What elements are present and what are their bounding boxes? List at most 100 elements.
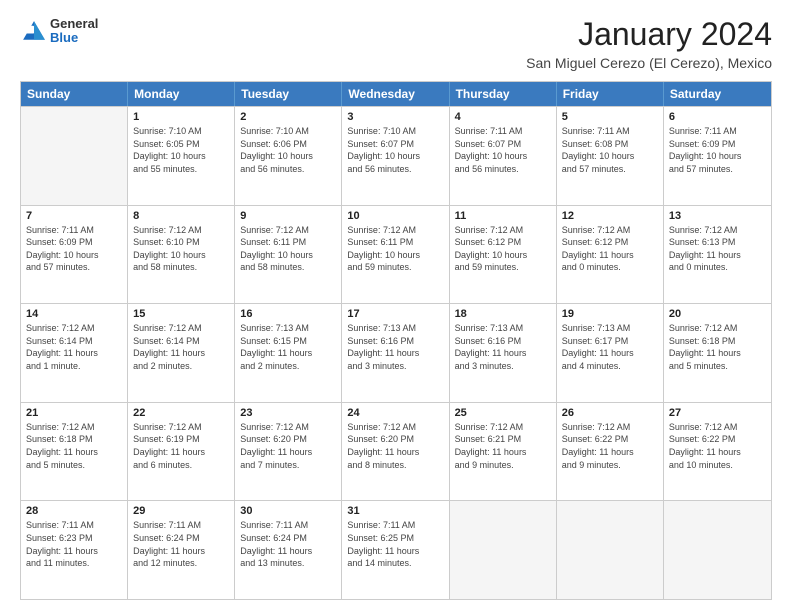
calendar-cell bbox=[21, 107, 128, 205]
day-info: Sunrise: 7:13 AM Sunset: 6:15 PM Dayligh… bbox=[240, 322, 336, 372]
calendar-cell: 24Sunrise: 7:12 AM Sunset: 6:20 PM Dayli… bbox=[342, 403, 449, 501]
calendar-cell: 2Sunrise: 7:10 AM Sunset: 6:06 PM Daylig… bbox=[235, 107, 342, 205]
calendar-cell: 9 Sunrise: 7:12 AM Sunset: 6:11 PM Daylig… bbox=[235, 206, 342, 304]
calendar-cell: 11Sunrise: 7:12 AM Sunset: 6:12 PM Dayli… bbox=[450, 206, 557, 304]
calendar-cell: 16 Sunrise: 7:13 AM Sunset: 6:15 PM Dayli… bbox=[235, 304, 342, 402]
calendar-header: SundayMondayTuesdayWednesdayThursdayFrid… bbox=[21, 82, 771, 106]
day-number: 19 bbox=[562, 308, 658, 320]
day-info: Sunrise: 7:11 AM Sunset: 6:25 PM Dayligh… bbox=[347, 519, 443, 569]
day-number: 6 bbox=[669, 111, 766, 123]
day-number: 23 bbox=[240, 407, 336, 419]
header: General Blue January 2024 San Miguel Cer… bbox=[20, 16, 772, 71]
day-number: 13 bbox=[669, 210, 766, 222]
calendar-row: 28 Sunrise: 7:11 AM Sunset: 6:23 PM Dayli… bbox=[21, 500, 771, 599]
logo: General Blue bbox=[20, 16, 98, 46]
day-number: 25 bbox=[455, 407, 551, 419]
logo-general: General bbox=[50, 17, 98, 31]
calendar-row: 14 Sunrise: 7:12 AM Sunset: 6:14 PM Dayli… bbox=[21, 303, 771, 402]
day-info: Sunrise: 7:11 AM Sunset: 6:09 PM Dayligh… bbox=[26, 224, 122, 274]
calendar-cell: 18Sunrise: 7:13 AM Sunset: 6:16 PM Dayli… bbox=[450, 304, 557, 402]
calendar-cell: 10 Sunrise: 7:12 AM Sunset: 6:11 PM Dayli… bbox=[342, 206, 449, 304]
calendar-cell: 19Sunrise: 7:13 AM Sunset: 6:17 PM Dayli… bbox=[557, 304, 664, 402]
day-info: Sunrise: 7:11 AM Sunset: 6:09 PM Dayligh… bbox=[669, 125, 766, 175]
day-info: Sunrise: 7:12 AM Sunset: 6:11 PM Dayligh… bbox=[240, 224, 336, 274]
calendar-cell: 31 Sunrise: 7:11 AM Sunset: 6:25 PM Dayli… bbox=[342, 501, 449, 599]
day-number: 17 bbox=[347, 308, 443, 320]
logo-icon bbox=[20, 18, 48, 46]
calendar-day-header: Saturday bbox=[664, 82, 771, 106]
day-info: Sunrise: 7:11 AM Sunset: 6:23 PM Dayligh… bbox=[26, 519, 122, 569]
calendar-cell: 6 Sunrise: 7:11 AM Sunset: 6:09 PM Daylig… bbox=[664, 107, 771, 205]
day-number: 8 bbox=[133, 210, 229, 222]
day-info: Sunrise: 7:12 AM Sunset: 6:14 PM Dayligh… bbox=[26, 322, 122, 372]
calendar-day-header: Tuesday bbox=[235, 82, 342, 106]
day-info: Sunrise: 7:12 AM Sunset: 6:20 PM Dayligh… bbox=[240, 421, 336, 471]
day-number: 21 bbox=[26, 407, 122, 419]
calendar-row: 21 Sunrise: 7:12 AM Sunset: 6:18 PM Dayli… bbox=[21, 402, 771, 501]
calendar-cell: 7 Sunrise: 7:11 AM Sunset: 6:09 PM Daylig… bbox=[21, 206, 128, 304]
calendar-cell: 23 Sunrise: 7:12 AM Sunset: 6:20 PM Dayli… bbox=[235, 403, 342, 501]
calendar-cell: 5Sunrise: 7:11 AM Sunset: 6:08 PM Daylig… bbox=[557, 107, 664, 205]
calendar-cell: 22Sunrise: 7:12 AM Sunset: 6:19 PM Dayli… bbox=[128, 403, 235, 501]
calendar-cell: 17 Sunrise: 7:13 AM Sunset: 6:16 PM Dayli… bbox=[342, 304, 449, 402]
day-number: 31 bbox=[347, 505, 443, 517]
calendar-cell: 27Sunrise: 7:12 AM Sunset: 6:22 PM Dayli… bbox=[664, 403, 771, 501]
day-number: 14 bbox=[26, 308, 122, 320]
day-info: Sunrise: 7:12 AM Sunset: 6:14 PM Dayligh… bbox=[133, 322, 229, 372]
calendar-cell: 8 Sunrise: 7:12 AM Sunset: 6:10 PM Daylig… bbox=[128, 206, 235, 304]
day-number: 2 bbox=[240, 111, 336, 123]
calendar-cell: 25 Sunrise: 7:12 AM Sunset: 6:21 PM Dayli… bbox=[450, 403, 557, 501]
calendar-cell: 3Sunrise: 7:10 AM Sunset: 6:07 PM Daylig… bbox=[342, 107, 449, 205]
calendar-cell bbox=[664, 501, 771, 599]
calendar-cell: 29 Sunrise: 7:11 AM Sunset: 6:24 PM Dayli… bbox=[128, 501, 235, 599]
day-number: 12 bbox=[562, 210, 658, 222]
logo-text: General Blue bbox=[50, 17, 98, 46]
day-number: 28 bbox=[26, 505, 122, 517]
day-info: Sunrise: 7:12 AM Sunset: 6:20 PM Dayligh… bbox=[347, 421, 443, 471]
day-number: 10 bbox=[347, 210, 443, 222]
day-number: 15 bbox=[133, 308, 229, 320]
calendar-cell bbox=[557, 501, 664, 599]
calendar-cell: 21 Sunrise: 7:12 AM Sunset: 6:18 PM Dayli… bbox=[21, 403, 128, 501]
day-number: 1 bbox=[133, 111, 229, 123]
day-info: Sunrise: 7:13 AM Sunset: 6:16 PM Dayligh… bbox=[347, 322, 443, 372]
day-number: 3 bbox=[347, 111, 443, 123]
calendar-cell: 14 Sunrise: 7:12 AM Sunset: 6:14 PM Dayli… bbox=[21, 304, 128, 402]
calendar-cell: 1 Sunrise: 7:10 AM Sunset: 6:05 PM Daylig… bbox=[128, 107, 235, 205]
calendar-row: 7 Sunrise: 7:11 AM Sunset: 6:09 PM Daylig… bbox=[21, 205, 771, 304]
day-info: Sunrise: 7:12 AM Sunset: 6:12 PM Dayligh… bbox=[455, 224, 551, 274]
calendar-cell: 28 Sunrise: 7:11 AM Sunset: 6:23 PM Dayli… bbox=[21, 501, 128, 599]
calendar: SundayMondayTuesdayWednesdayThursdayFrid… bbox=[20, 81, 772, 600]
title-area: January 2024 San Miguel Cerezo (El Cerez… bbox=[526, 16, 772, 71]
day-number: 29 bbox=[133, 505, 229, 517]
day-number: 26 bbox=[562, 407, 658, 419]
day-info: Sunrise: 7:12 AM Sunset: 6:13 PM Dayligh… bbox=[669, 224, 766, 274]
month-title: January 2024 bbox=[526, 16, 772, 53]
calendar-cell: 30Sunrise: 7:11 AM Sunset: 6:24 PM Dayli… bbox=[235, 501, 342, 599]
day-info: Sunrise: 7:12 AM Sunset: 6:12 PM Dayligh… bbox=[562, 224, 658, 274]
day-info: Sunrise: 7:12 AM Sunset: 6:18 PM Dayligh… bbox=[669, 322, 766, 372]
day-info: Sunrise: 7:12 AM Sunset: 6:18 PM Dayligh… bbox=[26, 421, 122, 471]
day-info: Sunrise: 7:12 AM Sunset: 6:22 PM Dayligh… bbox=[669, 421, 766, 471]
day-number: 16 bbox=[240, 308, 336, 320]
page: General Blue January 2024 San Miguel Cer… bbox=[0, 0, 792, 612]
calendar-cell: 13 Sunrise: 7:12 AM Sunset: 6:13 PM Dayli… bbox=[664, 206, 771, 304]
calendar-day-header: Sunday bbox=[21, 82, 128, 106]
calendar-cell: 20Sunrise: 7:12 AM Sunset: 6:18 PM Dayli… bbox=[664, 304, 771, 402]
day-info: Sunrise: 7:11 AM Sunset: 6:08 PM Dayligh… bbox=[562, 125, 658, 175]
day-info: Sunrise: 7:12 AM Sunset: 6:21 PM Dayligh… bbox=[455, 421, 551, 471]
day-info: Sunrise: 7:11 AM Sunset: 6:07 PM Dayligh… bbox=[455, 125, 551, 175]
day-number: 9 bbox=[240, 210, 336, 222]
day-number: 18 bbox=[455, 308, 551, 320]
calendar-cell: 12 Sunrise: 7:12 AM Sunset: 6:12 PM Dayli… bbox=[557, 206, 664, 304]
day-number: 22 bbox=[133, 407, 229, 419]
day-info: Sunrise: 7:12 AM Sunset: 6:10 PM Dayligh… bbox=[133, 224, 229, 274]
calendar-cell: 4Sunrise: 7:11 AM Sunset: 6:07 PM Daylig… bbox=[450, 107, 557, 205]
day-info: Sunrise: 7:12 AM Sunset: 6:11 PM Dayligh… bbox=[347, 224, 443, 274]
day-number: 7 bbox=[26, 210, 122, 222]
day-info: Sunrise: 7:10 AM Sunset: 6:05 PM Dayligh… bbox=[133, 125, 229, 175]
calendar-day-header: Monday bbox=[128, 82, 235, 106]
day-info: Sunrise: 7:11 AM Sunset: 6:24 PM Dayligh… bbox=[133, 519, 229, 569]
calendar-day-header: Thursday bbox=[450, 82, 557, 106]
calendar-cell: 15 Sunrise: 7:12 AM Sunset: 6:14 PM Dayli… bbox=[128, 304, 235, 402]
